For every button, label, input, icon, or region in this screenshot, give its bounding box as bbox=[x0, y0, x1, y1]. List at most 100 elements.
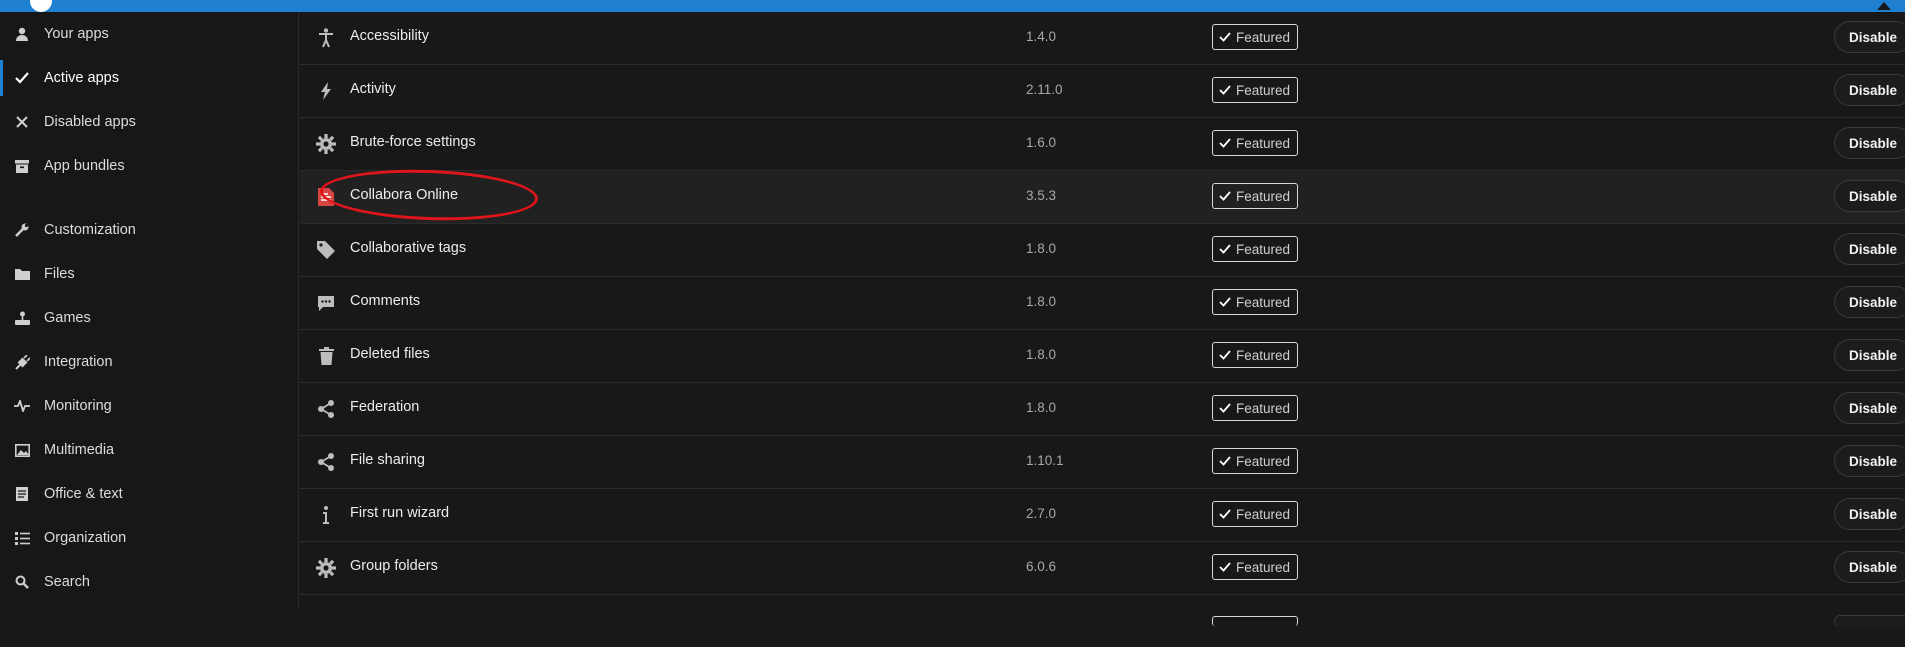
disable-button[interactable]: Disable bbox=[1834, 180, 1905, 212]
app-version: 1.8.0 bbox=[1026, 294, 1057, 309]
app-name[interactable]: Activity bbox=[350, 81, 396, 97]
user-icon bbox=[0, 27, 44, 41]
app-logo[interactable] bbox=[30, 0, 52, 12]
featured-badge: Featured bbox=[1212, 289, 1298, 315]
app-name[interactable]: Accessibility bbox=[350, 28, 429, 44]
wrench-icon bbox=[0, 223, 44, 237]
app-name[interactable]: Collaborative tags bbox=[350, 240, 466, 256]
folder-icon bbox=[0, 268, 44, 280]
joystick-icon bbox=[0, 311, 44, 325]
sidebar-item-label: Games bbox=[44, 310, 91, 326]
featured-badge: Featured bbox=[1212, 24, 1298, 50]
sidebar-item-multimedia[interactable]: Multimedia bbox=[0, 432, 298, 468]
image-icon bbox=[0, 443, 44, 457]
gear-icon bbox=[316, 134, 336, 154]
featured-badge: Featured bbox=[1212, 130, 1298, 156]
check-icon bbox=[1219, 297, 1231, 307]
disable-button[interactable]: Disable bbox=[1834, 21, 1905, 53]
disable-button[interactable]: Disable bbox=[1834, 127, 1905, 159]
featured-badge-label: Featured bbox=[1236, 82, 1291, 98]
archive-icon bbox=[0, 159, 44, 173]
app-row-first-run-wizard: First run wizard 2.7.0 Featured Disable bbox=[300, 489, 1905, 542]
app-name[interactable]: Comments bbox=[350, 293, 420, 309]
featured-badge-label: Featured bbox=[1236, 241, 1291, 257]
app-version: 1.4.0 bbox=[1026, 29, 1057, 44]
sidebar-item-disabled-apps[interactable]: Disabled apps bbox=[0, 104, 298, 140]
app-version: 1.8.0 bbox=[1026, 241, 1057, 256]
featured-badge: Featured bbox=[1212, 554, 1298, 580]
disable-button[interactable]: Disable bbox=[1834, 339, 1905, 371]
app-row-accessibility: Accessibility 1.4.0 Featured Disable bbox=[300, 12, 1905, 65]
featured-badge-label: Featured bbox=[1236, 135, 1291, 151]
sidebar-item-label: App bundles bbox=[44, 158, 125, 174]
disable-button[interactable]: Disable bbox=[1834, 498, 1905, 530]
top-header-bar bbox=[0, 0, 1905, 12]
disable-button[interactable] bbox=[1834, 615, 1905, 627]
check-icon bbox=[1219, 403, 1231, 413]
app-row-group-folders: Group folders 6.0.6 Featured Disable bbox=[300, 542, 1905, 595]
app-name[interactable]: File sharing bbox=[350, 452, 425, 468]
app-name[interactable]: Federation bbox=[350, 399, 419, 415]
app-row-brute-force-settings: Brute-force settings 1.6.0 Featured Disa… bbox=[300, 118, 1905, 171]
featured-badge: Featured bbox=[1212, 501, 1298, 527]
app-categories-sidebar: Your apps Active apps Disabled apps App … bbox=[0, 12, 299, 608]
sidebar-item-customization[interactable]: Customization bbox=[0, 212, 298, 248]
plug-icon bbox=[0, 354, 44, 370]
featured-badge: Featured bbox=[1212, 448, 1298, 474]
check-icon bbox=[1219, 244, 1231, 254]
app-row-activity: Activity 2.11.0 Featured Disable bbox=[300, 65, 1905, 118]
featured-badge-label: Featured bbox=[1236, 400, 1291, 416]
accessibility-icon bbox=[316, 28, 336, 48]
app-version: 2.11.0 bbox=[1026, 82, 1063, 97]
menu-caret-icon bbox=[1877, 2, 1891, 10]
app-name[interactable]: Group folders bbox=[350, 558, 438, 574]
app-row-deleted-files: Deleted files 1.8.0 Featured Disable bbox=[300, 330, 1905, 383]
app-name[interactable]: Deleted files bbox=[350, 346, 430, 362]
close-icon bbox=[0, 116, 44, 128]
app-version: 1.10.1 bbox=[1026, 453, 1064, 468]
disable-button[interactable]: Disable bbox=[1834, 233, 1905, 265]
app-row-federation: Federation 1.8.0 Featured Disable bbox=[300, 383, 1905, 436]
sidebar-item-label: Active apps bbox=[44, 70, 119, 86]
featured-badge-label: Featured bbox=[1236, 559, 1291, 575]
sidebar-item-label: Customization bbox=[44, 222, 136, 238]
disable-button[interactable]: Disable bbox=[1834, 551, 1905, 583]
sidebar-item-integration[interactable]: Integration bbox=[0, 344, 298, 380]
sidebar-item-app-bundles[interactable]: App bundles bbox=[0, 148, 298, 184]
featured-badge: Featured bbox=[1212, 236, 1298, 262]
app-name[interactable]: First run wizard bbox=[350, 505, 449, 521]
app-row-collaborative-tags: Collaborative tags 1.8.0 Featured Disabl… bbox=[300, 224, 1905, 277]
sidebar-item-active-apps[interactable]: Active apps bbox=[0, 60, 298, 96]
disable-button[interactable]: Disable bbox=[1834, 392, 1905, 424]
featured-badge: Featured bbox=[1212, 395, 1298, 421]
disable-button[interactable]: Disable bbox=[1834, 445, 1905, 477]
sidebar-item-label: Search bbox=[44, 574, 90, 590]
featured-badge-label: Featured bbox=[1236, 453, 1291, 469]
comment-icon bbox=[316, 293, 336, 313]
sidebar-item-search[interactable]: Search bbox=[0, 564, 298, 600]
featured-badge-label: Featured bbox=[1236, 294, 1291, 310]
check-icon bbox=[1219, 32, 1231, 42]
disable-button[interactable]: Disable bbox=[1834, 74, 1905, 106]
trash-icon bbox=[316, 346, 336, 366]
check-icon bbox=[1219, 191, 1231, 201]
sidebar-item-games[interactable]: Games bbox=[0, 300, 298, 336]
collabora-icon bbox=[316, 187, 336, 207]
disable-button[interactable]: Disable bbox=[1834, 286, 1905, 318]
app-version: 6.0.6 bbox=[1026, 559, 1057, 574]
sidebar-item-files[interactable]: Files bbox=[0, 256, 298, 292]
featured-badge-label: Featured bbox=[1236, 29, 1291, 45]
sidebar-item-organization[interactable]: Organization bbox=[0, 520, 298, 556]
pulse-icon bbox=[0, 400, 44, 412]
sidebar-item-monitoring[interactable]: Monitoring bbox=[0, 388, 298, 424]
tag-icon bbox=[316, 240, 336, 260]
sidebar-item-label: Organization bbox=[44, 530, 127, 546]
share-icon bbox=[316, 452, 336, 472]
app-name[interactable]: Collabora Online bbox=[350, 187, 458, 203]
list-icon bbox=[0, 531, 44, 545]
sidebar-item-office-text[interactable]: Office & text bbox=[0, 476, 298, 512]
sidebar-item-label: Files bbox=[44, 266, 75, 282]
app-name[interactable]: Brute-force settings bbox=[350, 134, 476, 150]
sidebar-item-your-apps[interactable]: Your apps bbox=[0, 16, 298, 52]
search-icon bbox=[0, 575, 44, 589]
